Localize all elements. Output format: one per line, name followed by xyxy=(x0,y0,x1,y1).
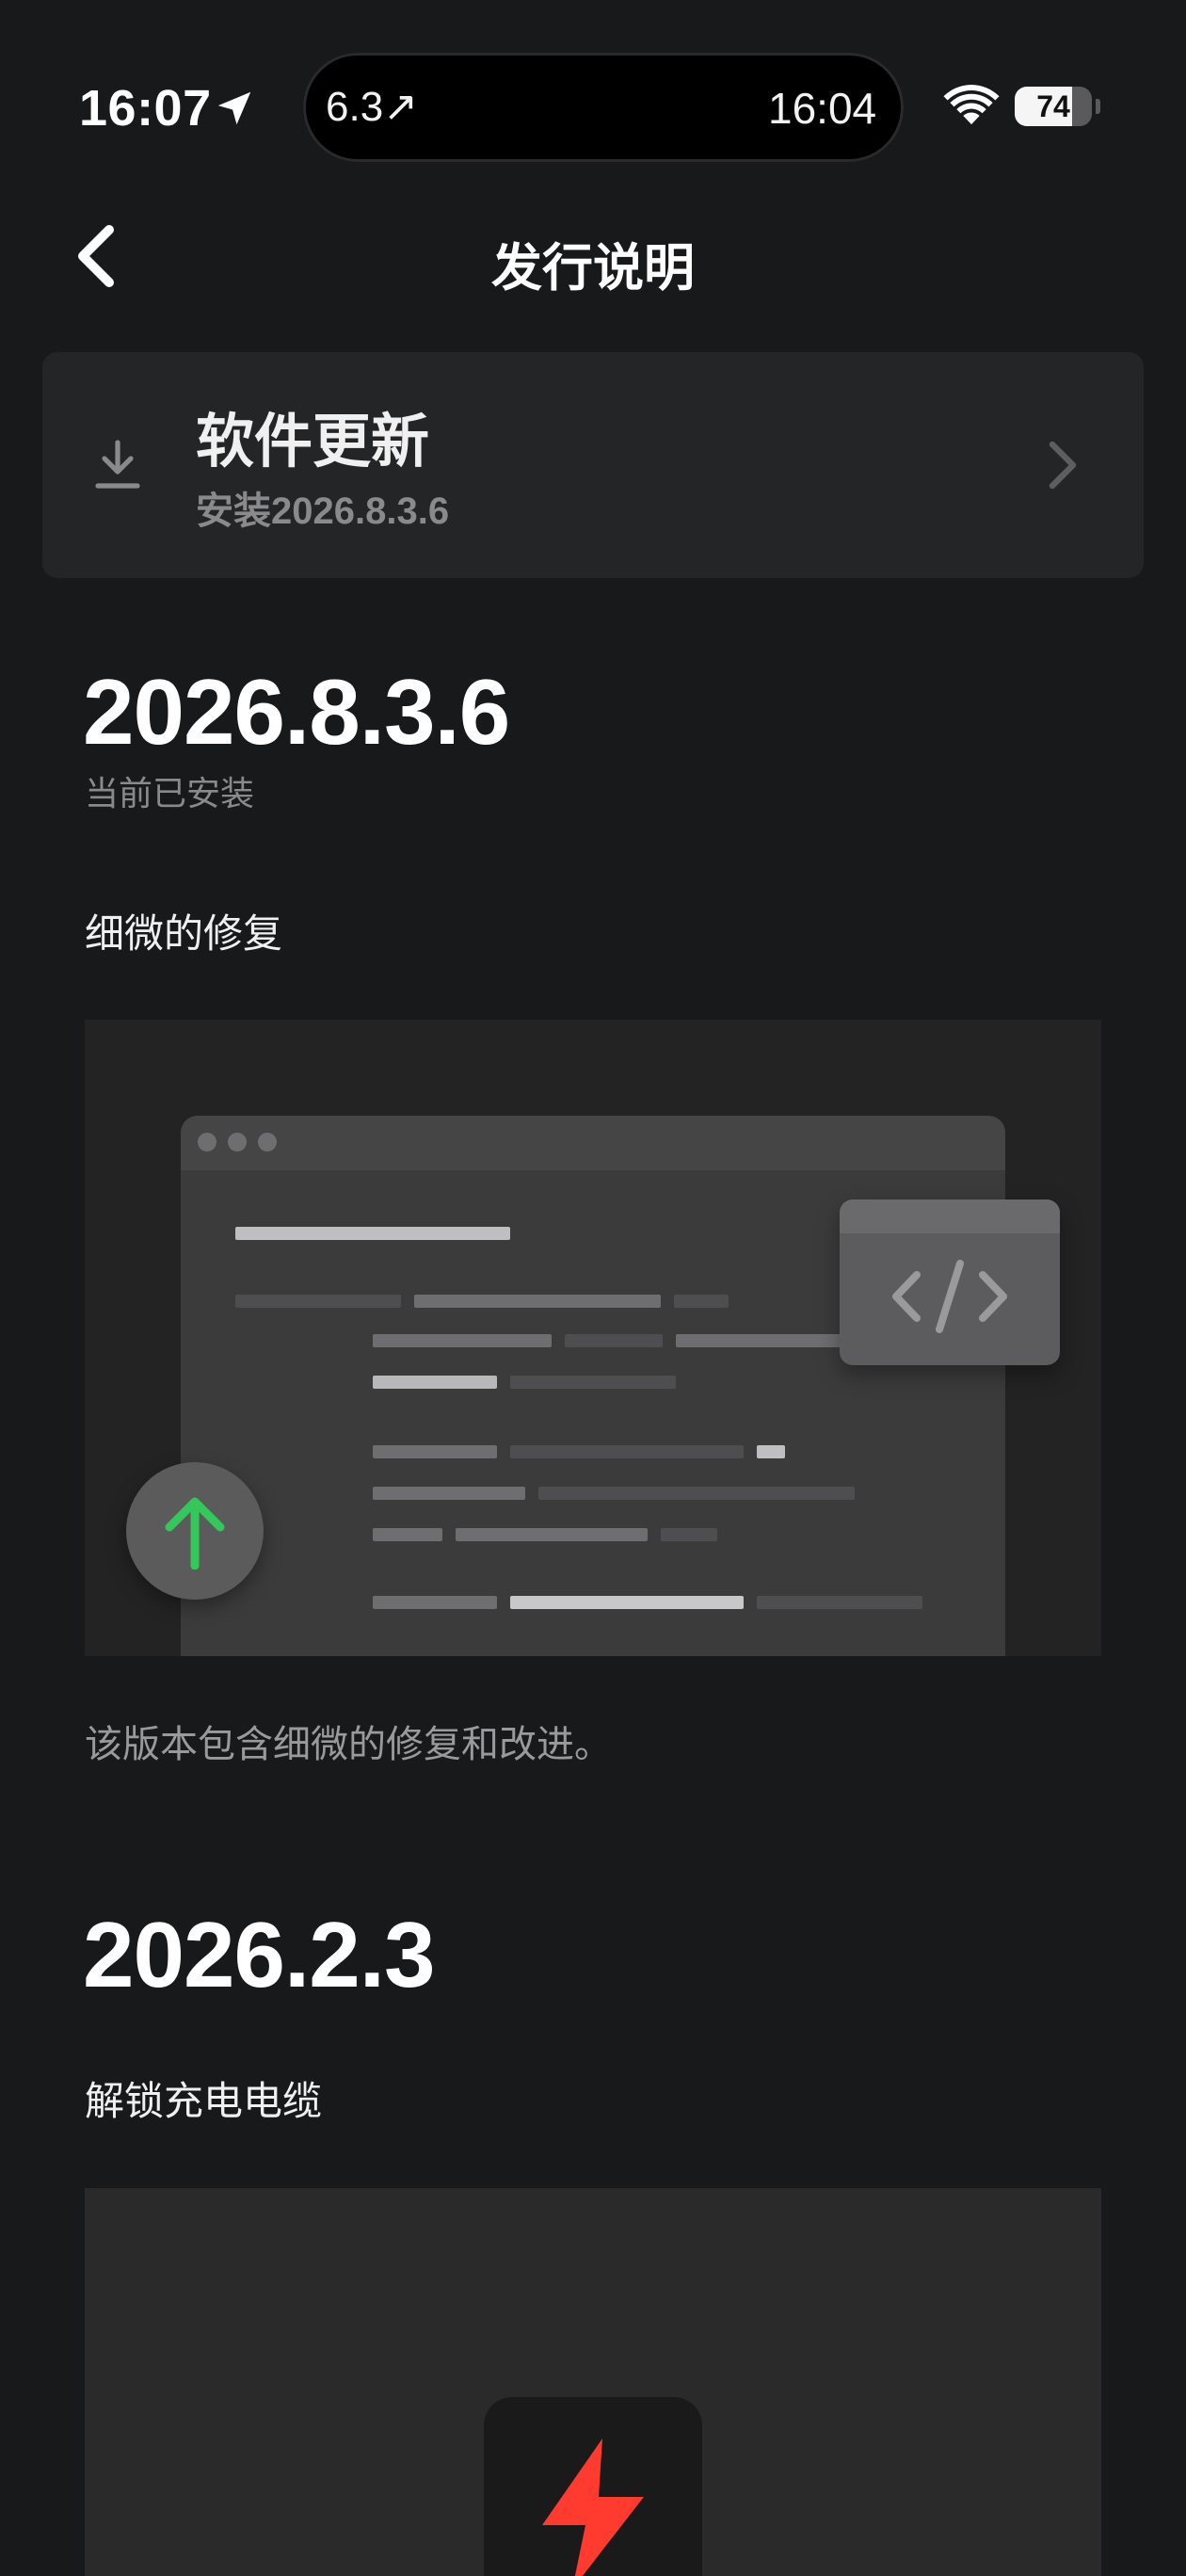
code-icon xyxy=(892,1260,1007,1333)
window-titlebar xyxy=(181,1116,1005,1170)
update-card-subtitle: 安装2026.8.3.6 xyxy=(196,491,450,532)
status-time: 16:07 xyxy=(79,80,212,137)
code-badge xyxy=(840,1199,1060,1365)
code-badge-header xyxy=(840,1199,1060,1233)
placeholder-line xyxy=(456,1528,648,1541)
chevron-right-icon[interactable] xyxy=(1045,439,1081,491)
wifi-icon xyxy=(943,85,1000,125)
placeholder-line xyxy=(373,1334,552,1347)
battery-indicator: 74 xyxy=(1015,87,1100,126)
placeholder-line xyxy=(757,1596,922,1609)
placeholder-line xyxy=(235,1295,401,1308)
release-version: 2026.2.3 xyxy=(83,1903,435,2006)
window-dot xyxy=(258,1133,277,1151)
window-dot xyxy=(228,1133,247,1151)
placeholder-line xyxy=(676,1334,845,1347)
window-mockup xyxy=(181,1116,1005,1656)
battery-level-text: 74 xyxy=(1036,89,1070,123)
placeholder-line xyxy=(565,1334,663,1347)
placeholder-line xyxy=(510,1445,744,1458)
charge-tile xyxy=(484,2397,702,2576)
placeholder-line xyxy=(373,1487,525,1500)
installed-status: 当前已安装 xyxy=(85,774,255,813)
release-version: 2026.8.3.6 xyxy=(83,660,510,764)
island-left-text: 6.3↗ xyxy=(326,84,419,130)
placeholder-line xyxy=(510,1376,676,1389)
location-arrow-icon xyxy=(217,91,251,125)
placeholder-line xyxy=(661,1528,717,1541)
release-illustration xyxy=(85,2188,1101,2576)
lightning-bolt-icon xyxy=(542,2439,644,2576)
download-icon xyxy=(95,440,140,489)
window-dot xyxy=(198,1133,216,1151)
placeholder-line xyxy=(373,1596,497,1609)
placeholder-line xyxy=(414,1295,661,1308)
placeholder-line xyxy=(373,1445,497,1458)
placeholder-line xyxy=(538,1487,855,1500)
placeholder-line xyxy=(510,1596,744,1609)
release-illustration xyxy=(85,1020,1101,1656)
placeholder-line xyxy=(235,1227,510,1240)
placeholder-line xyxy=(757,1445,785,1458)
page-title: 发行说明 xyxy=(491,240,695,297)
placeholder-line xyxy=(373,1528,442,1541)
battery-cap xyxy=(1096,99,1100,114)
release-heading: 细微的修复 xyxy=(85,911,283,956)
island-right-text: 16:04 xyxy=(768,84,877,133)
placeholder-line xyxy=(373,1376,497,1389)
placeholder-line xyxy=(674,1295,729,1308)
release-heading: 解锁充电电缆 xyxy=(85,2079,323,2123)
battery-icon: 74 xyxy=(1015,87,1092,126)
release-description: 该版本包含细微的修复和改进。 xyxy=(85,1724,612,1765)
arrow-up-icon xyxy=(165,1497,225,1570)
update-badge xyxy=(126,1462,264,1600)
update-card-title: 软件更新 xyxy=(196,410,430,475)
